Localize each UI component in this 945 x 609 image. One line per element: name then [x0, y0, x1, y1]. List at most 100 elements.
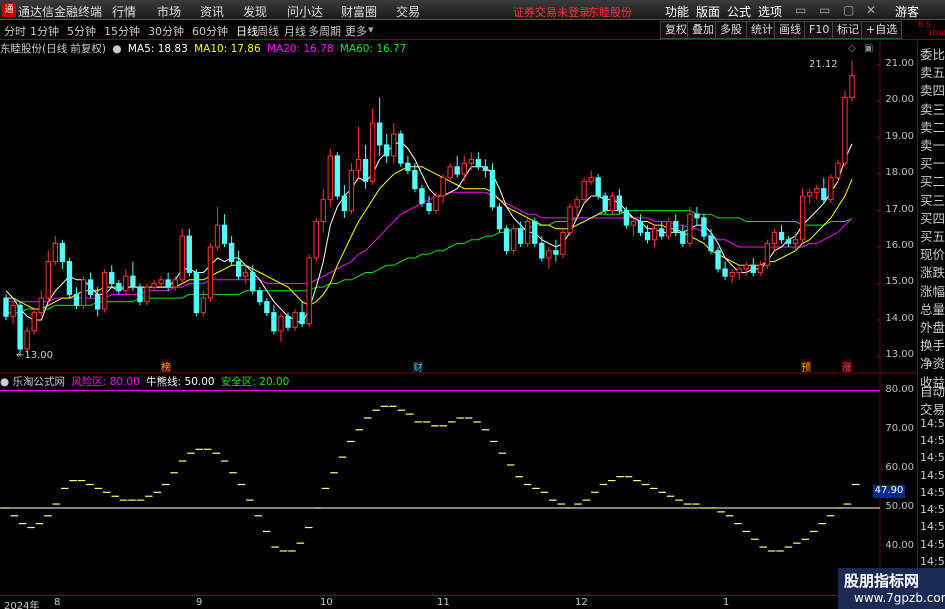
candle-body	[264, 301, 270, 314]
menu-trade[interactable]: 交易	[396, 3, 420, 20]
indicator-settings-icon[interactable]: ●	[0, 376, 9, 388]
menu-xiaoda[interactable]: 问小达	[287, 3, 323, 20]
period-tab[interactable]: 30分钟	[148, 23, 184, 39]
candle-body	[687, 213, 693, 244]
menu-layout[interactable]: 版面	[696, 3, 720, 20]
period-tab[interactable]: 月线	[284, 23, 306, 39]
candle-body	[517, 228, 524, 244]
candle-body	[623, 210, 630, 226]
quote-field-label: 交易	[920, 401, 945, 417]
menu-wealth[interactable]: 财富圈	[341, 3, 377, 20]
candle-body	[200, 297, 207, 314]
date-tick: 2024年	[4, 601, 40, 609]
candle-body	[496, 206, 503, 230]
stock-name: 东睦股份	[588, 6, 632, 19]
quote-field-label: 涨跌	[920, 265, 945, 281]
candle-body	[116, 282, 122, 292]
candle-body	[320, 199, 326, 222]
candle-body	[165, 279, 171, 288]
quote-field-label: 委比	[920, 47, 945, 62]
window-icon[interactable]: ▭	[819, 3, 830, 17]
candle-body	[327, 155, 333, 201]
period-tab[interactable]: 周线	[257, 23, 279, 39]
candle-body	[24, 330, 30, 350]
candle-body	[52, 242, 59, 263]
period-tab[interactable]: 60分钟	[192, 23, 228, 39]
quote-field-label: 自动	[920, 384, 945, 399]
candle-body	[637, 220, 644, 233]
candle-body	[299, 312, 305, 325]
period-bar: 分时 1分钟 5分钟 15分钟 30分钟 60分钟 日线 周线 月线 多周期 更…	[0, 20, 945, 40]
guest-label[interactable]: 游客	[895, 3, 919, 20]
menu-market[interactable]: 市场	[157, 3, 181, 20]
menu-discover[interactable]: 发现	[243, 3, 267, 20]
indicator-name[interactable]: 乐淘公式网	[13, 376, 66, 388]
btn-add-favorite[interactable]: +自选	[861, 21, 903, 39]
period-tab[interactable]: 1分钟	[30, 23, 59, 39]
candle-body	[405, 162, 411, 171]
candle-body	[348, 169, 355, 212]
indicator-header: ● 乐淘公式网 风险区: 80.00 牛熊线: 50.00 安全区: 20.00	[0, 374, 289, 389]
candle-body	[278, 315, 284, 332]
candle-body	[475, 159, 482, 168]
ma5-line	[5, 140, 853, 325]
btn-draw[interactable]: 画线	[774, 21, 806, 39]
candle-body	[130, 275, 136, 288]
candle-body	[426, 202, 432, 212]
date-tick: 1	[723, 597, 730, 608]
candle-body	[482, 166, 489, 171]
candle-body	[362, 159, 369, 182]
candle-body	[292, 312, 298, 328]
maximize-icon[interactable]: ▢	[843, 3, 854, 17]
candle-body	[235, 261, 242, 277]
price-chart[interactable]	[0, 41, 917, 595]
btn-multi[interactable]: 多股	[715, 21, 747, 39]
candle-body	[38, 297, 44, 314]
candle-body	[179, 235, 185, 281]
period-tab[interactable]: 分时	[4, 23, 26, 39]
candle-body	[680, 231, 686, 244]
menu-news[interactable]: 资讯	[200, 3, 224, 20]
quote-field-label: 卖四	[920, 83, 945, 99]
quote-field-label: 14:56	[920, 416, 945, 430]
event-mark[interactable]: 财	[413, 359, 423, 374]
candle-body	[757, 264, 764, 274]
candle-body	[722, 268, 728, 277]
candle-body	[440, 177, 446, 197]
more-chevron-icon[interactable]: ▾	[368, 23, 374, 36]
candle-body	[10, 304, 16, 317]
candle-body	[701, 217, 707, 237]
period-tab[interactable]: 5分钟	[67, 23, 96, 39]
quote-field-label: 卖五	[920, 65, 945, 81]
risk-zone-label: 风险区: 80.00	[71, 376, 140, 388]
menu-formula[interactable]: 公式	[727, 3, 751, 20]
candle-body	[391, 133, 397, 157]
candle-body	[158, 279, 164, 284]
menubar: 通 通达信金融终端 行情 市场 资讯 发现 问小达 财富圈 交易 证券交易未登录…	[0, 0, 945, 20]
period-tab[interactable]: 多周期	[308, 23, 341, 39]
event-mark[interactable]: 涨	[842, 359, 852, 374]
candle-body	[658, 228, 665, 237]
period-tab[interactable]: 15分钟	[104, 23, 140, 39]
candle-body	[525, 220, 531, 244]
event-mark[interactable]: 预	[801, 359, 811, 374]
candle-body	[814, 188, 820, 193]
menu-quotes[interactable]: 行情	[112, 3, 136, 20]
close-icon[interactable]: ✕	[866, 3, 876, 17]
login-warning[interactable]: 证券交易未登录	[513, 4, 590, 20]
minimize-icon[interactable]: ▭	[795, 3, 806, 17]
menu-function[interactable]: 功能	[665, 3, 689, 20]
candle-body	[553, 250, 559, 255]
bs-label: B S	[918, 20, 932, 29]
event-mark[interactable]: 榜	[161, 359, 171, 374]
watermark-url: www.7gpzb.com	[854, 591, 945, 605]
menu-options[interactable]: 选项	[758, 3, 782, 20]
candle-body	[45, 261, 51, 299]
bs-count: 1000	[928, 29, 945, 37]
btn-f10[interactable]: F10	[804, 21, 835, 39]
period-tab-more[interactable]: 更多	[345, 23, 367, 39]
btn-mark[interactable]: 标记	[832, 21, 864, 39]
quote-field-label: 买四	[920, 210, 945, 226]
price-tick: 13.00	[885, 349, 914, 361]
period-tab-active[interactable]: 日线	[236, 23, 258, 39]
